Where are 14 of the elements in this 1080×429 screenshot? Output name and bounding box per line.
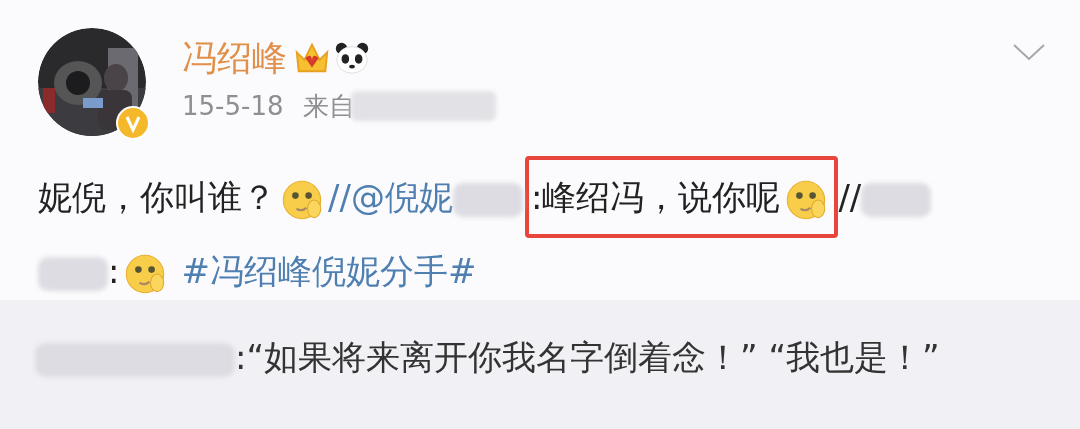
post-text: :峰绍冯，说你呢 bbox=[530, 177, 781, 217]
post-text: 妮倪，你叫谁？ bbox=[38, 177, 276, 217]
redaction-blur bbox=[452, 182, 523, 217]
hashtag-link[interactable]: #冯绍峰倪妮分手# bbox=[181, 251, 477, 291]
post-text: // bbox=[838, 177, 862, 217]
author-name[interactable]: 冯绍峰 bbox=[182, 36, 287, 80]
redaction-blur bbox=[861, 182, 932, 217]
post-time: 15-5-18 bbox=[182, 90, 284, 122]
mention-link[interactable]: //@倪妮 bbox=[328, 177, 453, 217]
redaction-blur bbox=[38, 256, 108, 291]
post-text: : bbox=[108, 251, 120, 291]
comment-text: :“如果将来离开你我名字倒着念！” “我也是！” bbox=[235, 337, 940, 377]
post-source: 来自 bbox=[303, 90, 356, 122]
dropdown-caret-icon[interactable] bbox=[1012, 42, 1046, 62]
